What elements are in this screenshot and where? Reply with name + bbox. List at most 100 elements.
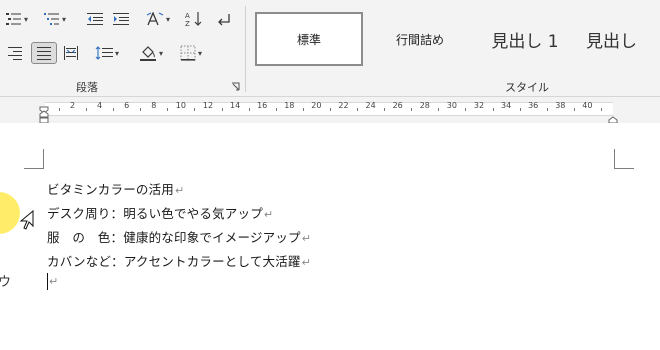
asian-layout-icon (146, 12, 164, 26)
asian-layout-button[interactable]: ▾ (140, 8, 176, 30)
line-text: カバンなど：アクセントカラーとして大活躍 (47, 254, 301, 269)
ruler-tick (329, 108, 331, 111)
svg-text:A: A (185, 12, 190, 20)
line-text: 服 の 色：健康的な印象でイメージアップ (47, 230, 301, 245)
style-heading-1-label: 見出し 1 (491, 31, 559, 52)
chevron-down-icon: ▾ (165, 14, 170, 24)
line-text: ビタミンカラーの活用 (47, 182, 175, 197)
ruler-number: 18 (284, 101, 295, 110)
ruler-number: 28 (419, 101, 430, 110)
ruler-tick (384, 108, 386, 111)
increase-indent-icon (113, 12, 129, 26)
shading-button[interactable]: ▾ (134, 42, 168, 64)
paragraph-mark: ↵ (49, 275, 59, 288)
ruler-tick (438, 108, 440, 111)
group-separator (245, 6, 246, 92)
multilevel-list-icon (43, 12, 60, 26)
margin-corner-top-right (614, 149, 634, 169)
ruler-number: 30 (446, 101, 457, 110)
list-icon (5, 12, 22, 26)
ruler-tick (492, 108, 494, 111)
svg-text:Z: Z (185, 20, 190, 27)
justify-icon (37, 46, 51, 60)
align-right-icon (8, 46, 22, 60)
borders-button[interactable]: ▾ (174, 42, 208, 64)
ruler-tick (519, 108, 521, 111)
ruler-number: 22 (338, 101, 349, 110)
paragraph-dialog-launcher[interactable] (231, 82, 240, 94)
styles-group-label: スタイル (505, 81, 549, 94)
ruler-tick (167, 108, 169, 111)
ruler-tick (58, 108, 60, 111)
paragraph-mark-icon (216, 12, 232, 26)
style-no-spacing-label: 行間詰め (395, 32, 444, 47)
ruler-number: 8 (151, 101, 157, 110)
align-right-button[interactable] (4, 42, 26, 64)
style-normal-label: 標準 (296, 32, 321, 47)
show-marks-button[interactable] (212, 8, 236, 30)
increase-indent-button[interactable] (110, 8, 132, 30)
paragraph-mark: ↵ (175, 184, 185, 197)
multilevel-list-2-button[interactable]: ▾ (38, 8, 72, 30)
ruler-number: 20 (311, 101, 322, 110)
ruler-number: 36 (528, 101, 539, 110)
style-normal[interactable]: 標準 (255, 12, 363, 66)
ruler-tick (411, 108, 413, 111)
ruler-tick (113, 108, 115, 111)
paragraph-group-label: 段落 (76, 81, 98, 94)
line-spacing-icon (95, 46, 113, 60)
sort-button[interactable]: AZ (182, 8, 206, 30)
paragraph-mark: ↵ (301, 232, 312, 245)
sort-icon: AZ (185, 11, 203, 27)
paragraph-mark: ↵ (263, 208, 274, 221)
style-no-spacing[interactable]: 行間詰め (372, 12, 468, 66)
document-line[interactable]: 服 の 色：健康的な印象でイメージアップ↵ (47, 227, 311, 246)
borders-icon (180, 45, 196, 61)
line-spacing-button[interactable]: ▾ (90, 42, 124, 64)
style-heading-2[interactable]: 見出し (586, 12, 660, 66)
ruler-number: 24 (365, 101, 376, 110)
ruler-tick (221, 108, 223, 111)
style-heading-1[interactable]: 見出し 1 (474, 12, 576, 66)
justify-button[interactable] (31, 42, 57, 64)
ruler-number: 10 (175, 101, 186, 110)
ruler-tick (357, 108, 359, 111)
document-line[interactable]: デスク周り：明るい色でやる気アップ↵ (47, 203, 273, 222)
ruler-tick (248, 108, 250, 111)
style-heading-2-label: 見出し (586, 31, 637, 52)
text-caret (47, 273, 48, 290)
ruler-tick (573, 108, 575, 111)
ruler-tick (302, 108, 304, 111)
chevron-down-icon: ▾ (114, 48, 119, 58)
ruler-number: 4 (97, 101, 103, 110)
ruler-number: 34 (501, 101, 512, 110)
chevron-down-icon: ▾ (61, 14, 66, 24)
mouse-pointer-icon (19, 209, 35, 236)
chevron-down-icon: ▾ (23, 14, 28, 24)
document-line[interactable]: ビタミンカラーの活用↵ (47, 179, 184, 198)
paragraph-mark: ↵ (301, 256, 312, 269)
chevron-down-icon: ▾ (197, 48, 202, 58)
ruler-tick (194, 108, 196, 111)
distributed-button[interactable] (60, 42, 82, 64)
ruler-tick (465, 108, 467, 111)
paint-bucket-icon (139, 45, 157, 61)
styles-gallery: 標準 行間詰め 見出し 1 見出し (252, 6, 660, 72)
ruler-tick (546, 108, 548, 111)
margin-corner-top-left (24, 149, 44, 169)
ruler-number: 38 (555, 101, 566, 110)
ruler-number: 2 (69, 101, 76, 110)
ruler-number: 12 (202, 101, 214, 110)
ruler-number: 14 (230, 101, 241, 110)
ruler-tick (140, 108, 142, 111)
ruler-tick (86, 108, 88, 111)
multilevel-list-button[interactable]: ▾ (0, 8, 34, 30)
distributed-icon (64, 46, 78, 60)
decrease-indent-icon (87, 12, 103, 26)
line-text: デスク周り：明るい色でやる気アップ (47, 206, 263, 221)
document-line[interactable]: カバンなど：アクセントカラーとして大活躍↵ (47, 251, 311, 270)
ruler-number: 32 (473, 101, 485, 110)
decrease-indent-button[interactable] (84, 8, 106, 30)
document-line[interactable]: ↵ (47, 273, 58, 290)
chevron-down-icon: ▾ (158, 48, 163, 58)
